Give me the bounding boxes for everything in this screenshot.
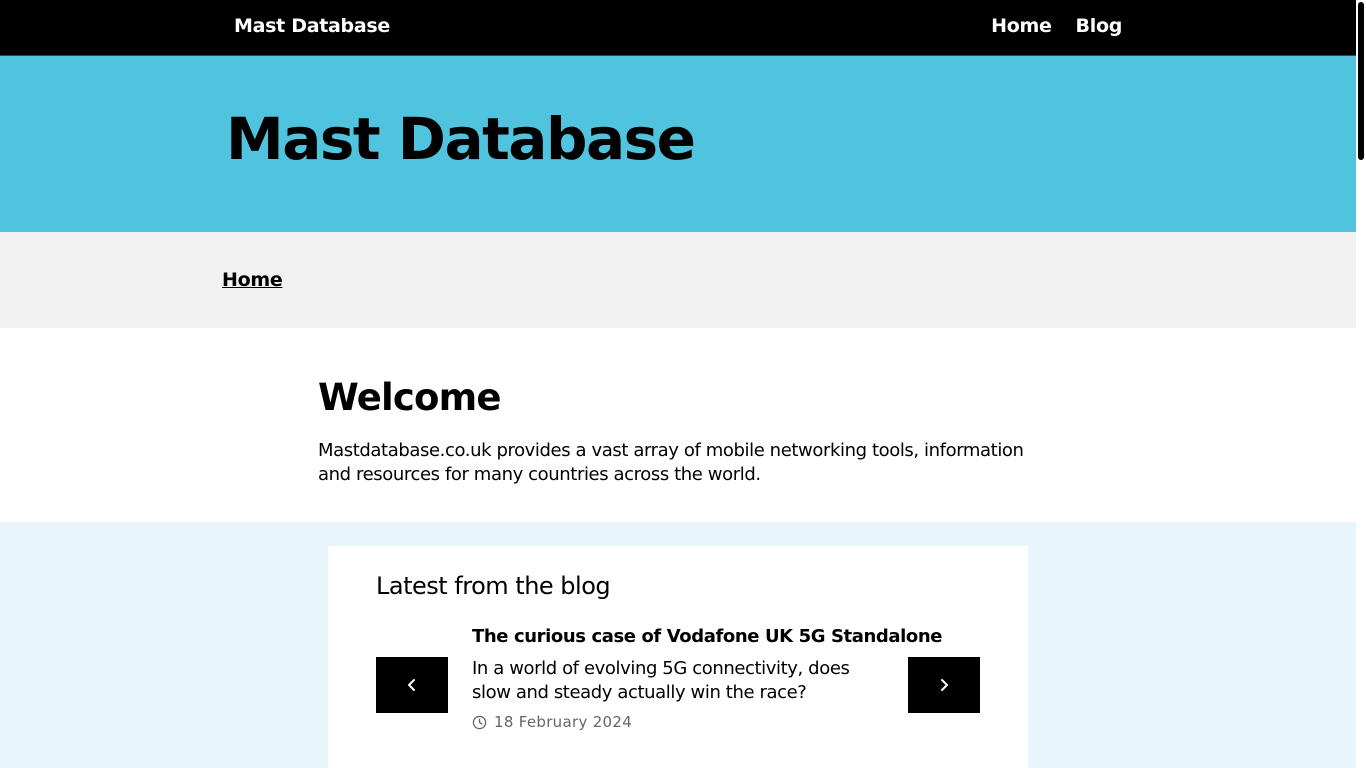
nav-home-link[interactable]: Home xyxy=(991,15,1052,37)
welcome-section: Welcome Mastdatabase.co.uk provides a va… xyxy=(318,376,1048,487)
main-nav: Home Blog xyxy=(991,15,1122,37)
blog-post-item: The curious case of Vodafone UK 5G Stand… xyxy=(472,626,942,731)
welcome-text: Mastdatabase.co.uk provides a vast array… xyxy=(318,439,1024,485)
next-post-button[interactable] xyxy=(908,657,980,713)
blog-heading: Latest from the blog xyxy=(376,572,611,600)
blog-post-date-text: 18 February 2024 xyxy=(494,713,633,731)
page-scrollbar[interactable] xyxy=(1356,0,1366,768)
clock-icon xyxy=(472,715,487,729)
blog-post-date: 18 February 2024 xyxy=(472,713,892,731)
scrollbar-thumb[interactable] xyxy=(1358,2,1364,160)
chevron-left-icon xyxy=(408,679,415,691)
blog-section: Latest from the blog The curious case of… xyxy=(0,522,1356,768)
welcome-heading: Welcome xyxy=(318,376,501,419)
blog-post-title-link[interactable]: The curious case of Vodafone UK 5G Stand… xyxy=(472,626,942,647)
nav-blog-link[interactable]: Blog xyxy=(1076,15,1123,37)
previous-post-button[interactable] xyxy=(376,657,448,713)
breadcrumb-home-link[interactable]: Home xyxy=(222,269,283,291)
site-title-link[interactable]: Mast Database xyxy=(234,15,390,37)
blog-card: Latest from the blog The curious case of… xyxy=(328,546,1028,768)
page-title: Mast Database xyxy=(226,105,696,173)
breadcrumb: Home xyxy=(0,232,1356,328)
blog-post-excerpt: In a world of evolving 5G connectivity, … xyxy=(472,658,850,703)
hero-banner: Mast Database xyxy=(0,56,1356,232)
top-navbar: Mast Database Home Blog xyxy=(0,0,1356,56)
chevron-right-icon xyxy=(941,679,948,691)
